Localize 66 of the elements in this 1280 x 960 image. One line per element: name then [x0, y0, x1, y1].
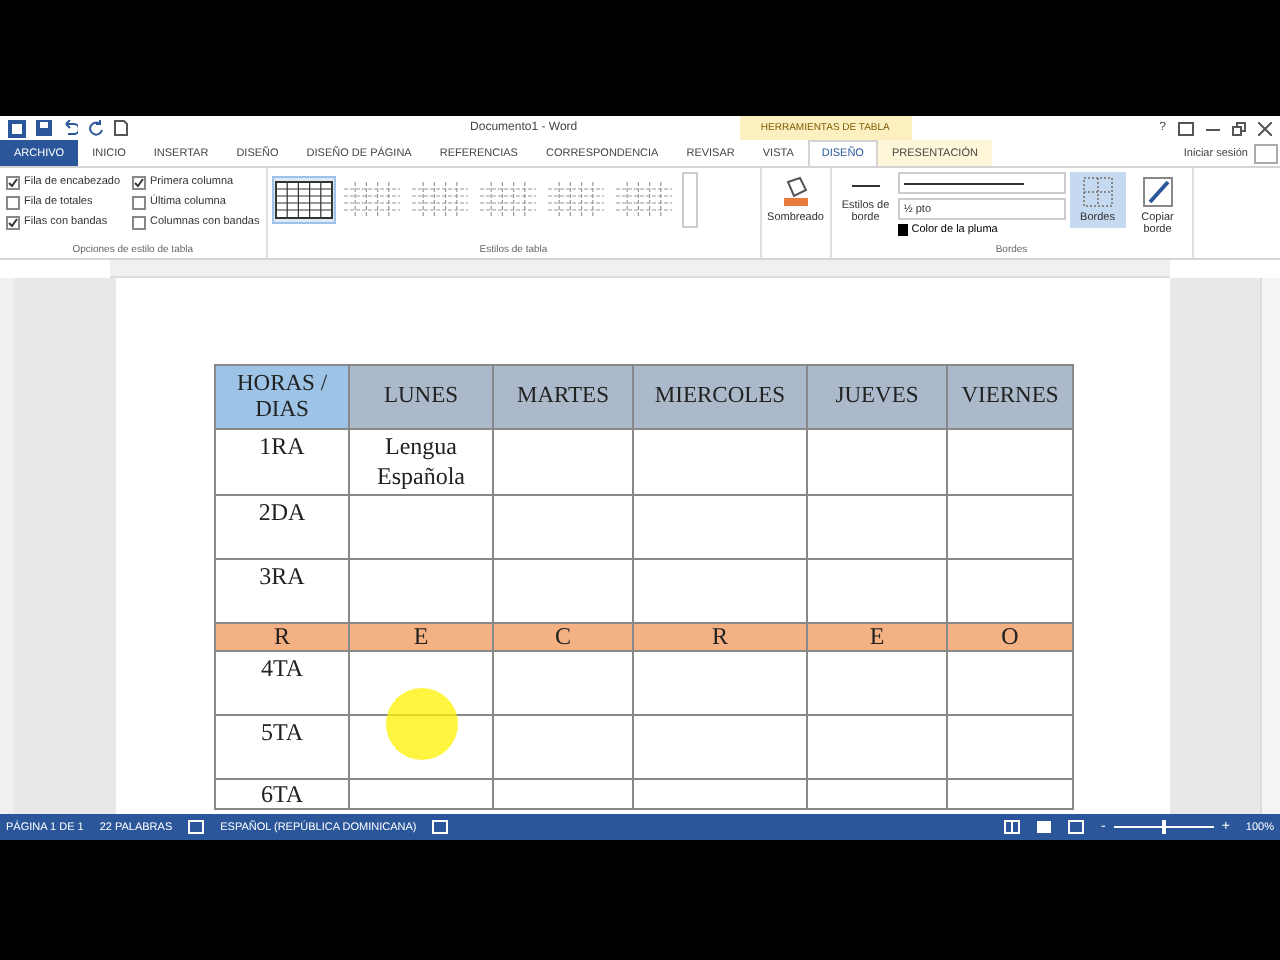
table-cell: 2DA: [215, 495, 349, 559]
table-cell: O: [947, 623, 1073, 651]
table-cell: R: [215, 623, 349, 651]
table-cell: 5TA: [215, 715, 349, 779]
account-field[interactable]: [1254, 143, 1278, 163]
table-header-cell: MIERCOLES: [633, 365, 807, 429]
table-cell: [493, 715, 633, 779]
table-cell: C: [493, 623, 633, 651]
table-cell: [947, 651, 1073, 715]
print-layout-icon[interactable]: [1036, 820, 1053, 834]
table-cell: [947, 429, 1073, 495]
table-cell: [807, 495, 947, 559]
table-cell: R: [633, 623, 807, 651]
new-document-icon[interactable]: [114, 120, 128, 136]
table-cell: [493, 651, 633, 715]
table-style-thumbnail[interactable]: [613, 178, 674, 222]
table-style-thumbnail[interactable]: [545, 178, 606, 222]
table-style-thumbnail[interactable]: [477, 178, 538, 222]
table-cell: [349, 779, 493, 809]
grid-borders-icon: [1081, 176, 1114, 208]
table-cell: E: [807, 623, 947, 651]
checkmark-icon: [8, 177, 18, 187]
paint-bucket-icon: [779, 176, 812, 208]
table-header-cell: JUEVES: [807, 365, 947, 429]
table-cell: [947, 715, 1073, 779]
table-cell: [493, 429, 633, 495]
zoom-slider-thumb[interactable]: [1161, 820, 1166, 834]
table-cell: [947, 495, 1073, 559]
cursor-highlight: [386, 688, 458, 760]
table-header-cell: MARTES: [493, 365, 633, 429]
table-style-thumbnail[interactable]: [273, 178, 334, 222]
table-cell: E: [349, 623, 493, 651]
undo-icon[interactable]: [62, 120, 78, 136]
web-layout-icon[interactable]: [1068, 820, 1085, 834]
pen-icon: [1141, 176, 1174, 208]
checkmark-icon: [134, 177, 145, 187]
gallery-scrollbar[interactable]: [681, 172, 698, 228]
table-header-cell: LUNES: [349, 365, 493, 429]
redo-icon[interactable]: [88, 120, 104, 136]
table-style-thumbnail[interactable]: [409, 178, 470, 222]
table-cell: [807, 429, 947, 495]
table-header-cell: VIERNES: [947, 365, 1073, 429]
table-header-cell: HORAS / DIAS: [215, 365, 349, 429]
save-icon[interactable]: [36, 120, 52, 136]
table-cell: 6TA: [215, 779, 349, 809]
table-cell: 4TA: [215, 651, 349, 715]
table-cell: Lengua Española: [349, 429, 493, 495]
table-cell: [807, 715, 947, 779]
macro-icon[interactable]: [432, 820, 449, 834]
table-cell: [947, 779, 1073, 809]
ribbon-display-icon[interactable]: [1178, 121, 1194, 135]
table-cell: [493, 779, 633, 809]
table-cell: [493, 495, 633, 559]
table-style-thumbnail[interactable]: [341, 178, 402, 222]
read-mode-icon[interactable]: [1004, 820, 1021, 834]
close-icon[interactable]: [1258, 121, 1272, 135]
line-style-dropdown[interactable]: [897, 172, 1066, 194]
proofing-icon[interactable]: [188, 820, 205, 834]
table-cell: 1RA: [215, 429, 349, 495]
vertical-scrollbar[interactable]: [1260, 278, 1280, 814]
checkmark-icon: [8, 217, 18, 227]
table-cell: [349, 495, 493, 559]
line-sample-icon: [903, 179, 1024, 187]
restore-icon[interactable]: [1232, 121, 1246, 135]
table-cell: [807, 651, 947, 715]
table-cell: [807, 779, 947, 809]
